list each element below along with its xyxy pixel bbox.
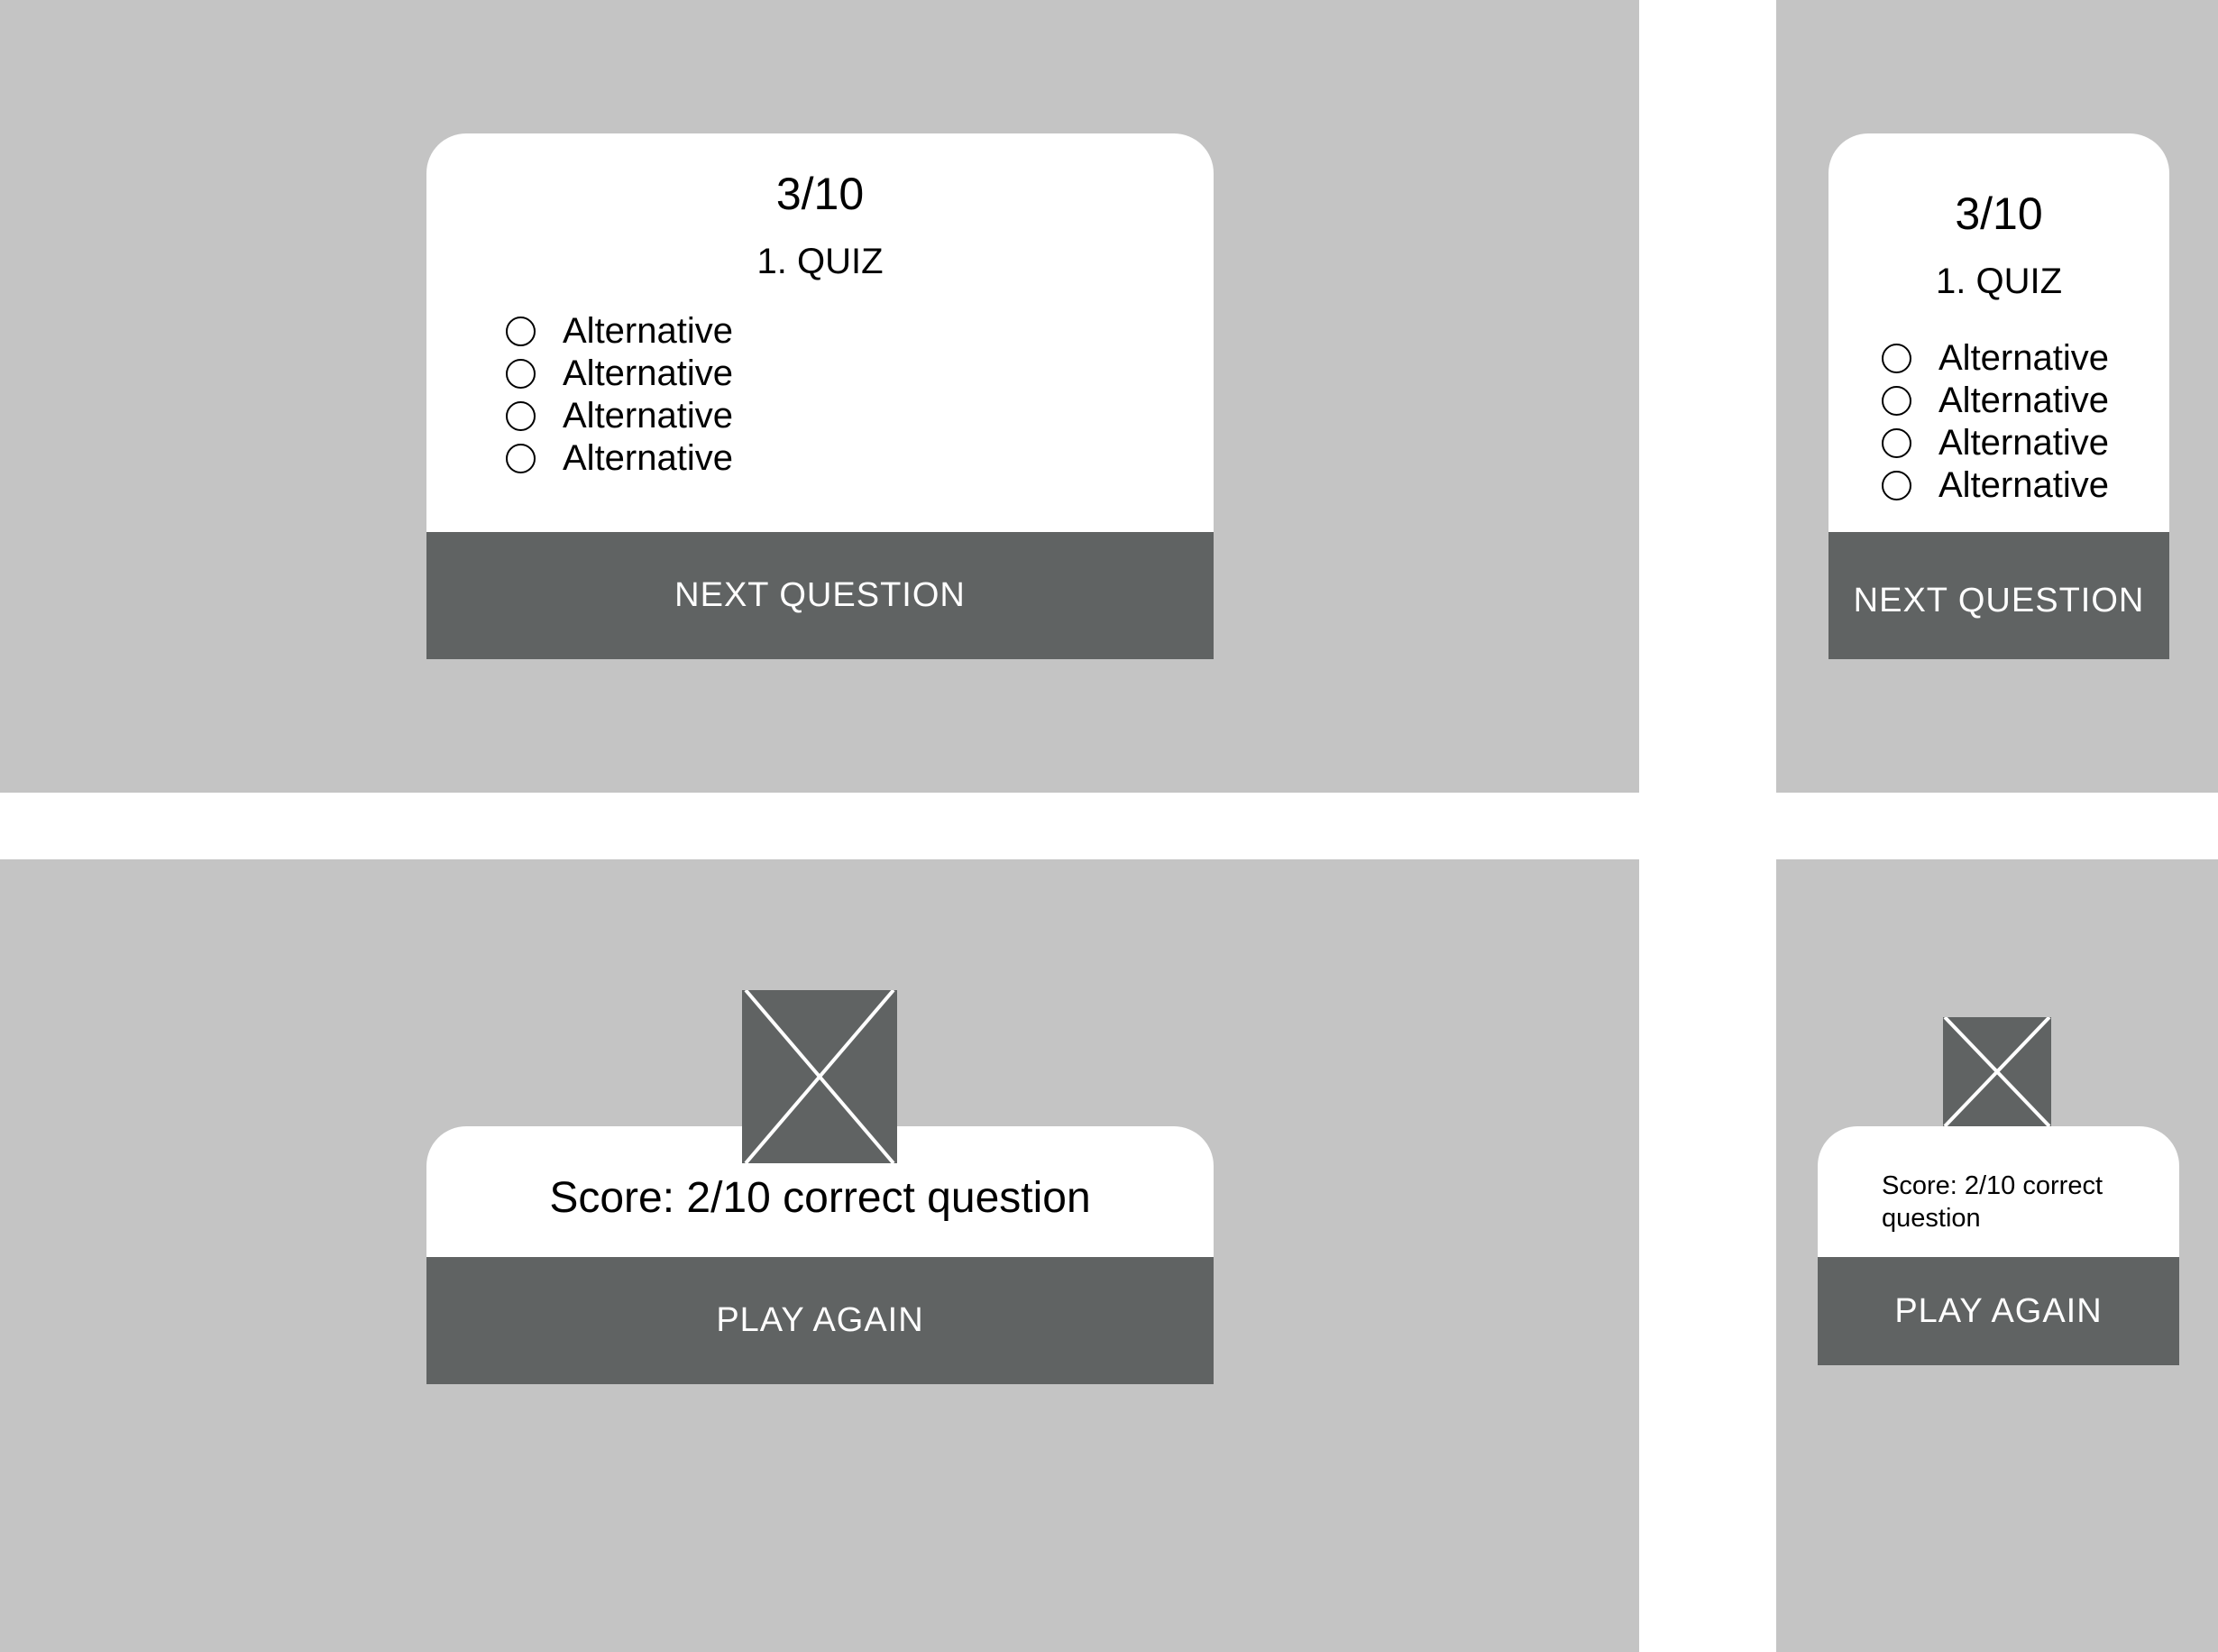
answer-option[interactable]: Alternative: [506, 395, 733, 437]
radio-button[interactable]: [1882, 471, 1911, 500]
answer-option[interactable]: Alternative: [506, 353, 733, 395]
answer-option[interactable]: Alternative: [1882, 464, 2109, 507]
answer-option-label: Alternative: [563, 353, 733, 393]
answer-option[interactable]: Alternative: [1882, 422, 2109, 464]
question-card: 3/10 1. QUIZ Alternative Alternative Alt…: [426, 133, 1214, 532]
radio-button[interactable]: [506, 444, 536, 473]
desktop-question-screen: 3/10 1. QUIZ Alternative Alternative Alt…: [0, 0, 1639, 793]
result-card: Score: 2/10 correct question: [1818, 1126, 2179, 1257]
play-again-button[interactable]: PLAY AGAIN: [426, 1257, 1214, 1384]
answer-option-label: Alternative: [1938, 465, 2109, 505]
quiz-title: 1. QUIZ: [756, 242, 884, 281]
answer-option[interactable]: Alternative: [506, 437, 733, 480]
play-again-button[interactable]: PLAY AGAIN: [1818, 1257, 2179, 1365]
mobile-question-screen: 3/10 1. QUIZ Alternative Alternative Alt…: [1776, 0, 2218, 793]
answer-option-label: Alternative: [563, 396, 733, 436]
image-placeholder-icon: [742, 990, 897, 1163]
mobile-result-screen: Score: 2/10 correct question PLAY AGAIN: [1776, 859, 2218, 1652]
image-placeholder-cross: [1943, 1017, 2051, 1126]
quiz-title: 1. QUIZ: [1935, 262, 2063, 301]
desktop-result-screen: Score: 2/10 correct question PLAY AGAIN: [0, 859, 1639, 1652]
radio-button[interactable]: [506, 401, 536, 431]
next-question-button[interactable]: NEXT QUESTION: [1828, 532, 2169, 659]
score-text: Score: 2/10 correct question: [1882, 1171, 2103, 1233]
answer-option[interactable]: Alternative: [506, 310, 733, 353]
answer-options: Alternative Alternative Alternative Alte…: [1882, 337, 2109, 507]
radio-button[interactable]: [506, 317, 536, 346]
radio-button[interactable]: [506, 359, 536, 389]
answer-option[interactable]: Alternative: [1882, 380, 2109, 422]
radio-button[interactable]: [1882, 428, 1911, 458]
question-counter: 3/10: [775, 169, 865, 219]
answer-option[interactable]: Alternative: [1882, 337, 2109, 380]
image-placeholder-cross: [744, 990, 895, 1163]
question-counter: 3/10: [1955, 188, 2043, 239]
answer-option-label: Alternative: [563, 311, 733, 351]
answer-options: Alternative Alternative Alternative Alte…: [506, 310, 733, 480]
answer-option-label: Alternative: [1938, 381, 2109, 420]
score-text: Score: 2/10 correct question: [549, 1174, 1091, 1222]
next-question-button[interactable]: NEXT QUESTION: [426, 532, 1214, 659]
radio-button[interactable]: [1882, 386, 1911, 416]
answer-option-label: Alternative: [563, 438, 733, 478]
answer-option-label: Alternative: [1938, 338, 2109, 378]
image-placeholder-icon: [1943, 1017, 2051, 1126]
question-card: 3/10 1. QUIZ Alternative Alternative Alt…: [1828, 133, 2169, 532]
radio-button[interactable]: [1882, 344, 1911, 373]
answer-option-label: Alternative: [1938, 423, 2109, 463]
